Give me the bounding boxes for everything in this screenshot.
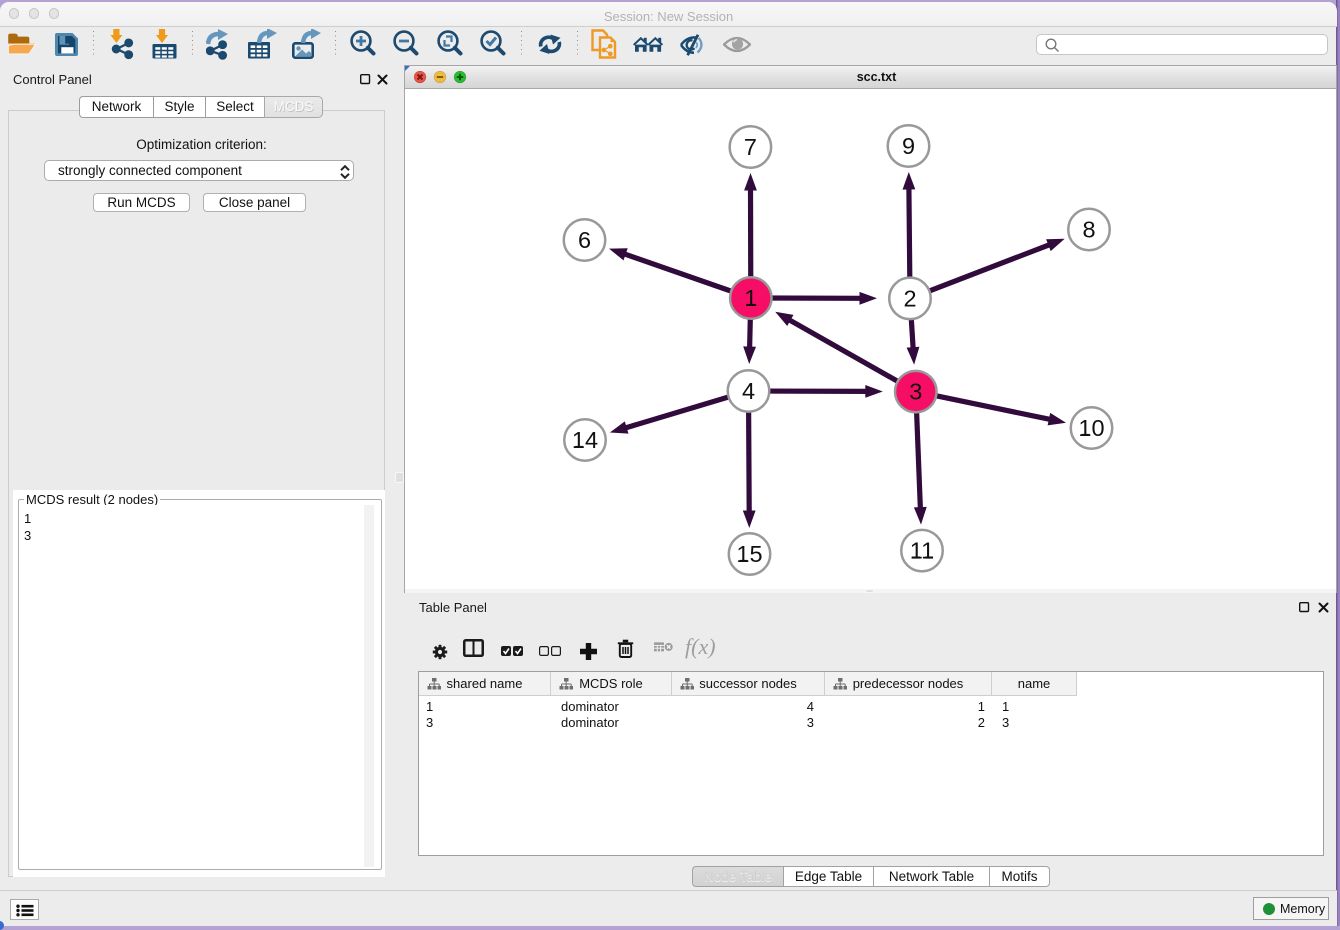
svg-text:11: 11: [910, 538, 934, 564]
svg-text:7: 7: [744, 134, 757, 160]
svg-text:1: 1: [744, 285, 757, 311]
svg-text:4: 4: [742, 378, 755, 404]
svg-text:2: 2: [903, 285, 916, 311]
svg-text:14: 14: [572, 427, 598, 453]
svg-text:8: 8: [1082, 217, 1095, 243]
svg-text:3: 3: [909, 379, 922, 405]
svg-text:9: 9: [902, 133, 915, 159]
svg-text:10: 10: [1078, 415, 1104, 441]
svg-text:15: 15: [736, 541, 762, 567]
svg-text:6: 6: [578, 227, 591, 253]
